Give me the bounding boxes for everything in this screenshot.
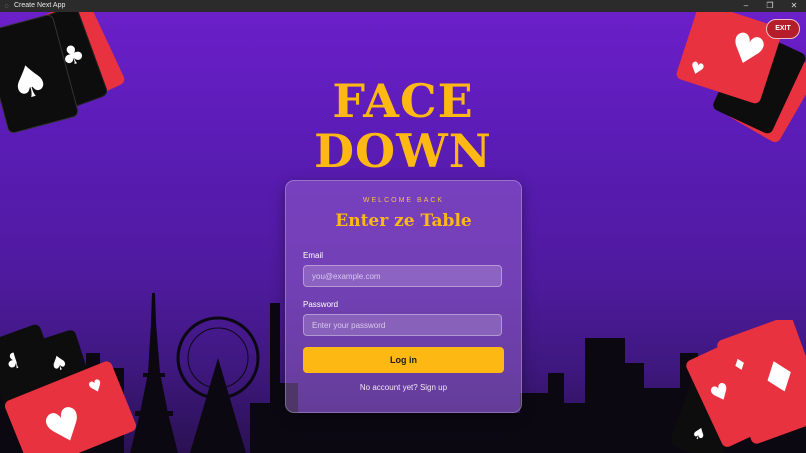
playing-cards-bottom-left: ♣ ♠ ♥ ♥ [0,324,137,453]
signup-link[interactable]: No account yet? Sign up [286,383,521,392]
password-field[interactable] [303,314,502,336]
email-field[interactable] [303,265,502,287]
exit-button[interactable]: EXIT [766,19,800,39]
window-titlebar: ◌ Create Next App – ❐ ✕ [0,0,806,12]
playing-cards-top-left: ♦ ♣ ♠ [0,12,125,134]
password-label: Password [303,300,339,309]
form-heading: Enter ze Table [335,211,472,231]
window-title: Create Next App [14,2,66,9]
login-panel: WELCOME BACK Enter ze Table Email Passwo… [285,180,522,413]
restore-button[interactable]: ❐ [758,0,782,12]
playing-cards-bottom-right: ♠ ♥ ♦ ♦ [672,320,806,453]
app-stage: ♦ ♣ ♠ ♦ ♣ ♥ ♥ ♣ [0,12,806,453]
email-label: Email [303,251,324,260]
close-button[interactable]: ✕ [782,0,806,12]
welcome-eyebrow: WELCOME BACK [362,197,445,204]
login-button[interactable]: Log in [303,347,504,373]
minimize-button[interactable]: – [734,0,758,12]
app-icon: ◌ [4,2,9,10]
